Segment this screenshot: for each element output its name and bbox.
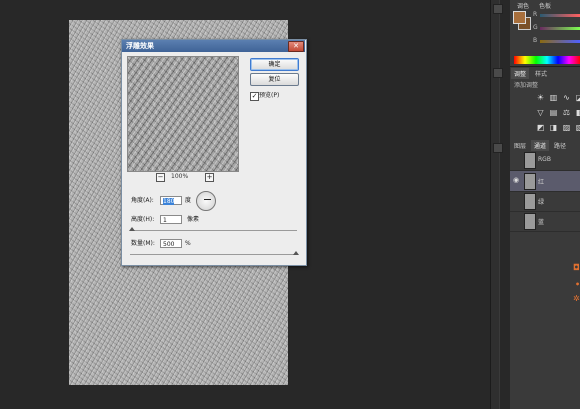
- channel-label: 绿: [538, 199, 545, 206]
- black-white-icon[interactable]: ◧: [575, 108, 580, 117]
- channel-thumbnail: [524, 193, 536, 210]
- tab-swatches[interactable]: 色板: [536, 0, 554, 11]
- angle-label: 角度(A):: [131, 197, 154, 204]
- zoom-out-button[interactable]: −: [156, 173, 165, 182]
- panel-collapse-icon[interactable]: [493, 4, 503, 14]
- height-unit: 像素: [187, 216, 200, 223]
- adjust-panel-icon[interactable]: [493, 68, 503, 78]
- tool-icon[interactable]: ◘: [573, 263, 580, 272]
- filter-preview[interactable]: [127, 56, 239, 172]
- close-button[interactable]: ✕: [288, 41, 304, 52]
- preview-checkbox[interactable]: ✓: [250, 92, 259, 101]
- amount-unit: %: [185, 240, 191, 247]
- reset-button[interactable]: 复位: [250, 73, 299, 86]
- color-spectrum[interactable]: [514, 56, 580, 64]
- channel-thumbnail: [524, 173, 536, 190]
- blue-slider[interactable]: [540, 40, 580, 43]
- brightness-icon[interactable]: ☀: [536, 93, 545, 102]
- angle-dial-needle: [204, 199, 211, 200]
- zoom-in-button[interactable]: +: [205, 173, 214, 182]
- eye-icon[interactable]: ◉: [513, 176, 519, 184]
- height-slider-track[interactable]: [130, 230, 297, 231]
- angle-value: 180: [163, 198, 175, 205]
- tab-color[interactable]: 调色: [514, 0, 532, 11]
- levels-icon[interactable]: ▥: [549, 93, 558, 102]
- angle-input[interactable]: 180: [160, 196, 182, 205]
- tab-styles[interactable]: 样式: [532, 68, 550, 79]
- slider-label-b: B: [533, 37, 538, 44]
- channel-row-red[interactable]: ◉ 红: [510, 171, 580, 192]
- channel-row-green[interactable]: 绿: [510, 191, 580, 212]
- channel-label: 红: [538, 179, 545, 186]
- height-input[interactable]: 1: [160, 215, 182, 224]
- layers-panel-icon[interactable]: [493, 143, 503, 153]
- panel-divider[interactable]: [490, 0, 500, 409]
- green-slider[interactable]: [540, 27, 580, 30]
- height-label: 高度(H):: [131, 216, 155, 223]
- angle-dial[interactable]: [196, 191, 216, 211]
- gear-icon[interactable]: ✲: [573, 294, 580, 303]
- channel-thumbnail: [524, 213, 536, 230]
- gradient-map-icon[interactable]: ▧: [575, 123, 580, 132]
- zoom-level: 100%: [171, 173, 189, 180]
- channel-label: 蓝: [538, 219, 545, 226]
- hue-saturation-icon[interactable]: ▤: [549, 108, 558, 117]
- slider-label-g: G: [533, 24, 538, 31]
- angle-unit: 度: [185, 197, 192, 204]
- exposure-icon[interactable]: ◪: [575, 93, 580, 102]
- amount-slider-thumb[interactable]: [293, 251, 299, 255]
- height-slider-thumb[interactable]: [129, 227, 135, 231]
- adjust-hint: 添加调整: [514, 82, 539, 89]
- amount-label: 数量(M):: [131, 240, 155, 247]
- invert-icon[interactable]: ◩: [536, 123, 545, 132]
- channel-thumbnail: [524, 152, 536, 169]
- dialog-title: 浮雕效果: [126, 42, 154, 50]
- amount-input[interactable]: 500: [160, 239, 182, 248]
- ok-button[interactable]: 确定: [250, 58, 299, 71]
- posterize-icon[interactable]: ◨: [549, 123, 558, 132]
- tool-icon[interactable]: •: [575, 280, 580, 289]
- red-slider[interactable]: [540, 14, 580, 17]
- preview-label: 预览(P): [259, 92, 280, 99]
- amount-slider-track[interactable]: [130, 254, 297, 255]
- foreground-color-swatch[interactable]: [513, 11, 526, 24]
- curves-icon[interactable]: ∿: [562, 93, 571, 102]
- color-balance-icon[interactable]: ⚖: [562, 108, 571, 117]
- slider-label-r: R: [533, 11, 538, 18]
- threshold-icon[interactable]: ▨: [562, 123, 571, 132]
- tab-adjustments[interactable]: 调整: [511, 68, 530, 79]
- channel-row-rgb[interactable]: RGB: [510, 150, 580, 171]
- channel-label: RGB: [538, 156, 551, 163]
- channel-row-blue[interactable]: 蓝: [510, 211, 580, 232]
- vibrance-icon[interactable]: ▽: [536, 108, 545, 117]
